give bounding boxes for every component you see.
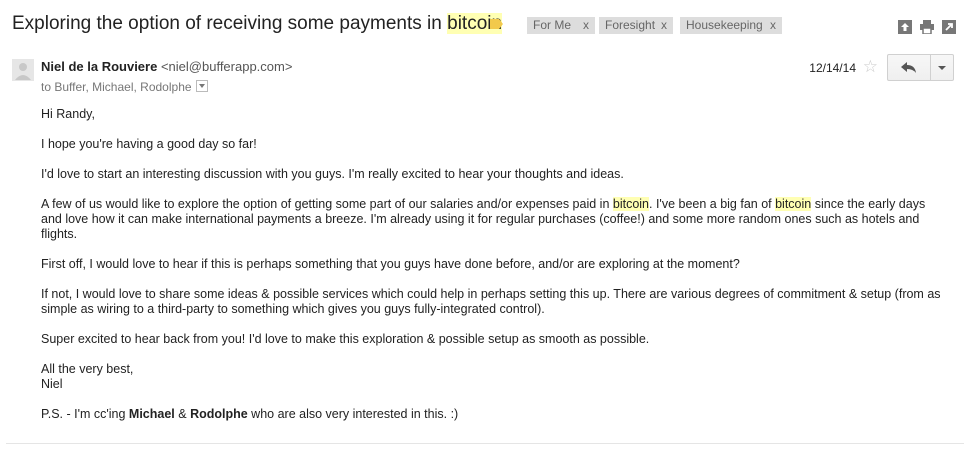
signoff-name: Niel [41, 377, 63, 391]
body-text: . I've been a big fan of [649, 197, 776, 211]
sender[interactable]: Niel de la Rouviere <niel@bufferapp.com> [41, 59, 292, 74]
body-text: A few of us would like to explore the op… [41, 197, 613, 211]
message-body: Hi Randy, I hope you're having a good da… [41, 107, 941, 437]
label-chip-housekeeping[interactable]: Housekeeping x [680, 17, 782, 34]
label-tag-icon[interactable] [490, 19, 503, 29]
body-paragraph: I hope you're having a good day so far! [41, 137, 257, 151]
reply-icon [901, 62, 916, 73]
popout-icon[interactable] [942, 20, 956, 34]
thread-actions [898, 20, 956, 34]
label-chip-text: Housekeeping [686, 18, 763, 32]
label-chip-for-me[interactable]: For Me x [527, 17, 595, 34]
email-subject: Exploring the option of receiving some p… [12, 13, 503, 35]
ps-text: & [174, 407, 191, 421]
divider [6, 443, 964, 444]
signoff-line: All the very best, [41, 362, 134, 376]
recipients: to Buffer, Michael, Rodolphe [41, 80, 208, 94]
ps-text: P.S. - I'm cc'ing [41, 407, 129, 421]
more-actions-button[interactable] [931, 54, 954, 81]
sender-email: <niel@bufferapp.com> [160, 59, 293, 74]
postscript: P.S. - I'm cc'ing Michael & Rodolphe who… [41, 407, 941, 422]
body-paragraph: If not, I would love to share some ideas… [41, 287, 941, 316]
body-paragraph: Super excited to hear back from you! I'd… [41, 332, 650, 346]
reply-button[interactable] [887, 54, 931, 81]
search-highlight: bitcoin [775, 197, 812, 211]
remove-label-button[interactable]: x [583, 17, 589, 34]
label-chip-text: Foresight [605, 18, 656, 32]
open-in-new-window-icon[interactable] [898, 20, 912, 34]
sender-name[interactable]: Niel de la Rouviere [41, 59, 157, 74]
message-header: Niel de la Rouviere <niel@bufferapp.com>… [12, 54, 960, 98]
show-details-dropdown[interactable] [195, 80, 208, 92]
avatar[interactable] [12, 59, 34, 81]
subject-text: Exploring the option of receiving some p… [12, 13, 448, 34]
label-chip-foresight[interactable]: Foresight x [599, 17, 673, 34]
signoff: All the very best, Niel [41, 362, 941, 392]
remove-label-button[interactable]: x [770, 17, 776, 34]
subject-row: Exploring the option of receiving some p… [12, 10, 960, 40]
remove-label-button[interactable]: x [661, 17, 667, 34]
body-paragraph: A few of us would like to explore the op… [41, 197, 941, 242]
body-paragraph: I'd love to start an interesting discuss… [41, 167, 624, 181]
ps-text: who are also very interested in this. :) [247, 407, 459, 421]
body-paragraph: First off, I would love to hear if this … [41, 257, 740, 271]
recipients-text: to Buffer, Michael, Rodolphe [41, 80, 192, 94]
ps-name: Rodolphe [190, 407, 248, 421]
greeting: Hi Randy, [41, 107, 95, 121]
print-icon[interactable] [920, 20, 934, 34]
message-date[interactable]: 12/14/14 [809, 61, 856, 75]
label-chip-text: For Me [533, 18, 572, 32]
star-icon[interactable]: ☆ [863, 57, 878, 77]
ps-name: Michael [128, 407, 175, 421]
search-highlight: bitcoin [612, 197, 650, 211]
reply-group [887, 54, 954, 81]
person-icon [15, 63, 31, 80]
